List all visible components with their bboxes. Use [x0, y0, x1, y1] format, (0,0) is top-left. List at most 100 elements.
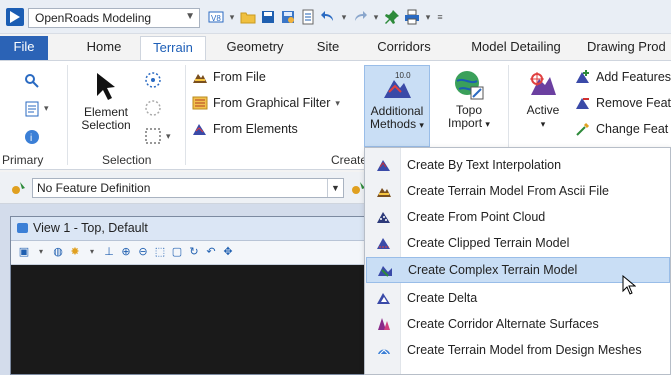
- menu-item-label: Create Delta: [407, 291, 478, 305]
- print-icon[interactable]: [404, 9, 420, 25]
- zoom-out-icon[interactable]: ⊖: [136, 245, 150, 259]
- chevron-down-icon[interactable]: ▾: [44, 103, 49, 114]
- tab-geometry[interactable]: Geometry: [217, 36, 293, 60]
- from-elements-button[interactable]: From Elements: [192, 119, 298, 139]
- version-icon[interactable]: V8: [208, 9, 224, 25]
- view-icon: [17, 223, 28, 233]
- tab-site[interactable]: Site: [303, 36, 353, 60]
- view-title-bar[interactable]: View 1 - Top, Default: [11, 217, 370, 241]
- tab-file[interactable]: File: [0, 36, 48, 60]
- save-icon[interactable]: [260, 9, 276, 25]
- chevron-down-icon[interactable]: ▾: [372, 9, 380, 25]
- undo-icon[interactable]: [320, 9, 336, 25]
- tab-model-detailing[interactable]: Model Detailing: [457, 36, 575, 60]
- change-features-button[interactable]: Change Feat: [575, 119, 668, 139]
- menu-item-create-from-point-cloud[interactable]: Create From Point Cloud: [366, 204, 670, 230]
- selection-mode-icon[interactable]: [144, 127, 161, 144]
- text-interpolation-icon: [366, 157, 402, 173]
- svg-text:10.0: 10.0: [395, 71, 411, 80]
- corridor-surfaces-icon: [366, 316, 402, 332]
- group-label-selection: Selection: [102, 153, 152, 167]
- menu-item-create-clipped-terrain-model[interactable]: Create Clipped Terrain Model: [366, 230, 670, 256]
- zoom-in-icon[interactable]: ⊕: [119, 245, 133, 259]
- rotate-view-icon[interactable]: ↻: [187, 245, 201, 259]
- group-label-primary: Primary: [2, 153, 44, 167]
- active-terrain-button[interactable]: Active ▾: [515, 69, 571, 131]
- quick-access-icons: V8 ▾ ▾ ▾ ▾ ≡: [208, 9, 444, 25]
- previous-view-icon[interactable]: ↶: [204, 245, 218, 259]
- fit-view-icon[interactable]: ▢: [170, 245, 184, 259]
- chevron-down-icon[interactable]: ▾: [34, 245, 48, 259]
- view-toolbar: ▣ ▾ ◍ ✸ ▾ ⊥ ⊕ ⊖ ⬚ ▢ ↻ ↶ ✥: [11, 241, 370, 265]
- add-features-button[interactable]: Add Features: [575, 67, 671, 87]
- app-logo-icon[interactable]: [6, 8, 24, 26]
- from-file-button[interactable]: From File: [192, 67, 266, 87]
- chevron-down-icon: ▾: [419, 120, 424, 130]
- explorer-icon[interactable]: [24, 73, 40, 89]
- tab-corridors[interactable]: Corridors: [364, 36, 444, 60]
- menu-item-create-by-text-interpolation[interactable]: Create By Text Interpolation: [366, 152, 670, 178]
- view-attributes-icon[interactable]: ▣: [17, 245, 31, 259]
- customize-qat-icon[interactable]: ≡: [436, 9, 444, 25]
- pin-icon[interactable]: [384, 9, 400, 25]
- chevron-down-icon[interactable]: ▾: [340, 9, 348, 25]
- clipped-terrain-icon: [366, 235, 402, 251]
- info-icon[interactable]: i: [24, 129, 40, 145]
- save-settings-icon[interactable]: [280, 9, 296, 25]
- design-mesh-icon: [366, 342, 402, 358]
- remove-features-label: Remove Feat: [596, 96, 671, 110]
- select-all-icon[interactable]: [144, 71, 161, 88]
- svg-text:V8: V8: [211, 14, 221, 23]
- element-selection-button[interactable]: Element Selection: [74, 71, 138, 132]
- remove-features-button[interactable]: Remove Feat: [575, 93, 671, 113]
- tab-terrain[interactable]: Terrain: [140, 36, 206, 60]
- menu-item-create-corridor-alternate-surfaces[interactable]: Create Corridor Alternate Surfaces: [366, 311, 670, 337]
- arrow-pointer-icon: [97, 73, 115, 100]
- group-label-create: Create: [331, 153, 368, 167]
- menu-item-label: Create From Point Cloud: [407, 210, 546, 224]
- open-folder-icon[interactable]: [240, 9, 256, 25]
- menu-item-label: Create By Text Interpolation: [407, 158, 562, 172]
- quick-access-toolbar: OpenRoads Modeling ▼ V8 ▾ ▾ ▾ ▾ ≡: [0, 0, 671, 34]
- add-features-label: Add Features: [596, 70, 671, 84]
- menu-item-create-from-ascii-file[interactable]: Create Terrain Model From Ascii File: [366, 178, 670, 204]
- chevron-down-icon: ▾: [485, 119, 490, 129]
- menu-item-label: Create Terrain Model From Ascii File: [407, 184, 609, 198]
- chevron-down-icon[interactable]: ▾: [85, 245, 99, 259]
- view-window[interactable]: View 1 - Top, Default ▣ ▾ ◍ ✸ ▾ ⊥ ⊕ ⊖ ⬚ …: [10, 216, 371, 375]
- pan-view-icon[interactable]: ✥: [221, 245, 235, 259]
- topo-import-button[interactable]: Topo Import ▾: [438, 69, 500, 131]
- topo-import-label-1: Topo: [455, 103, 483, 117]
- workflow-selector[interactable]: OpenRoads Modeling ▼: [28, 8, 200, 28]
- from-graphical-filter-button[interactable]: From Graphical Filter ▾: [192, 93, 340, 113]
- lighting-icon[interactable]: ✸: [68, 245, 82, 259]
- properties-icon[interactable]: [24, 101, 40, 117]
- menu-item-label: Create Corridor Alternate Surfaces: [407, 317, 599, 331]
- chevron-down-icon[interactable]: ▾: [424, 9, 432, 25]
- chevron-down-icon[interactable]: ▾: [166, 131, 171, 142]
- group-divider: [67, 65, 68, 165]
- delta-icon: [366, 290, 402, 306]
- tab-home[interactable]: Home: [73, 36, 135, 60]
- redo-icon[interactable]: [352, 9, 368, 25]
- workflow-label: OpenRoads Modeling: [35, 11, 152, 25]
- chevron-down-icon[interactable]: ▾: [228, 9, 236, 25]
- menu-item-create-terrain-from-design-meshes[interactable]: Create Terrain Model from Design Meshes: [366, 337, 670, 363]
- additional-methods-button[interactable]: 10.0 Additional Methods ▾: [364, 65, 430, 147]
- tab-drawing-production[interactable]: Drawing Prod: [587, 36, 671, 60]
- chevron-down-icon[interactable]: ▼: [327, 179, 343, 197]
- menu-item-label: Create Complex Terrain Model: [408, 263, 578, 277]
- ribbon-tabs: File Home Terrain Geometry Site Corridor…: [0, 34, 671, 60]
- window-area-icon[interactable]: ⬚: [153, 245, 167, 259]
- update-view-icon[interactable]: ⊥: [102, 245, 116, 259]
- feature-definition-select[interactable]: No Feature Definition ▼: [32, 178, 344, 198]
- compress-icon[interactable]: [300, 9, 316, 25]
- display-style-icon[interactable]: ◍: [51, 245, 65, 259]
- mouse-cursor-icon: [622, 275, 636, 295]
- element-selection-label-1: Element: [83, 105, 129, 119]
- feature-definition-icon[interactable]: [10, 180, 26, 196]
- add-features-icon: [575, 69, 591, 85]
- topo-import-label-2: Import: [448, 116, 483, 130]
- view-workspace: View 1 - Top, Default ▣ ▾ ◍ ✸ ▾ ⊥ ⊕ ⊖ ⬚ …: [0, 204, 371, 375]
- select-none-icon[interactable]: [144, 99, 161, 116]
